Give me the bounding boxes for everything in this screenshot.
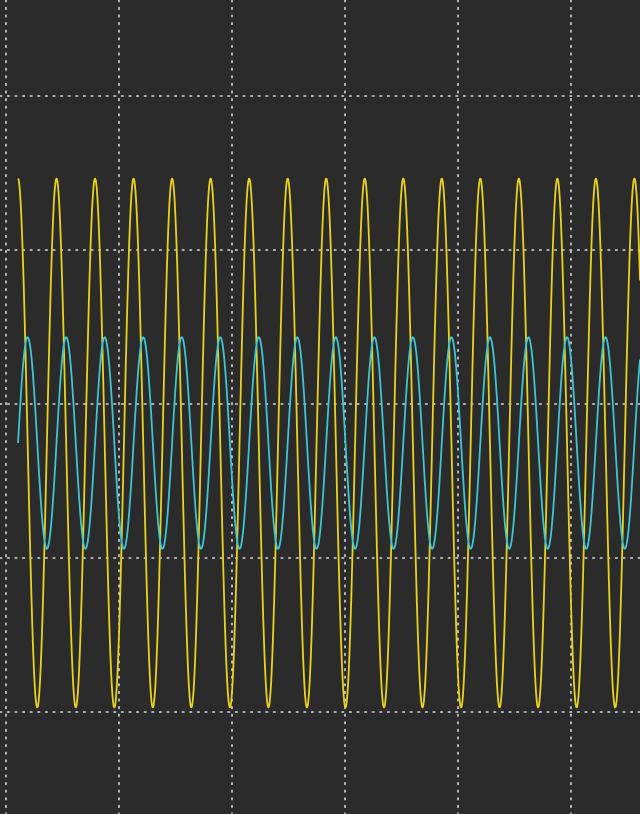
screen-background xyxy=(0,0,640,814)
oscilloscope-screen xyxy=(0,0,640,814)
